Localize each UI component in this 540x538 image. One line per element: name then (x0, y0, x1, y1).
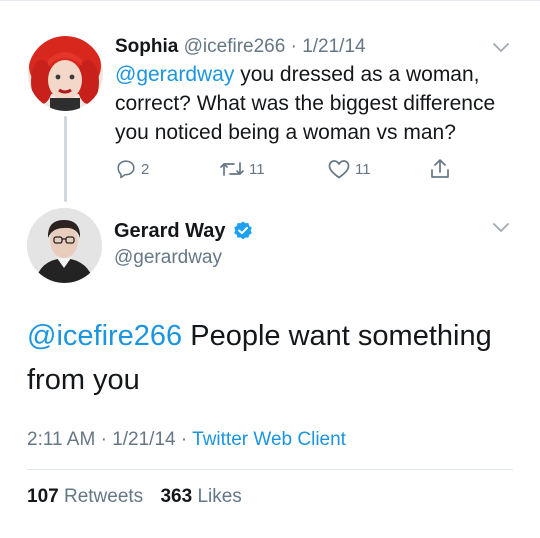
tweet-date[interactable]: 1/21/14 (302, 36, 365, 57)
reply-button[interactable]: 2 (115, 156, 149, 182)
reply-tweet-header: Sophia @icefire266 · 1/21/14 (115, 35, 366, 59)
main-tweet-text: @icefire266 People want something from y… (27, 314, 517, 402)
likes-stat[interactable]: 363 Likes (160, 486, 241, 507)
retweets-count: 107 (27, 486, 59, 507)
avatar-gerard-way[interactable] (27, 208, 102, 283)
chevron-down-icon[interactable] (492, 222, 510, 234)
tweet-metadata: 2:11 AM · 1/21/14 · Twitter Web Client (27, 428, 346, 452)
chevron-down-icon[interactable] (492, 42, 510, 54)
engagement-stats: 107 Retweets 363 Likes (27, 485, 242, 509)
like-count: 11 (355, 160, 371, 178)
tweet-time[interactable]: 2:11 AM (27, 429, 95, 450)
thread-connector (64, 116, 67, 202)
author-handle[interactable]: @gerardway (114, 246, 222, 270)
retweet-count: 11 (249, 160, 265, 178)
tweet-date[interactable]: 1/21/14 (112, 429, 175, 450)
retweet-icon (220, 162, 244, 176)
retweets-stat[interactable]: 107 Retweets (27, 486, 143, 507)
likes-count: 363 (160, 486, 193, 507)
author-name[interactable]: Sophia (115, 36, 178, 57)
like-icon (328, 160, 350, 179)
separator: · (100, 429, 107, 450)
separator: · (180, 429, 188, 450)
reply-tweet-text: @gerardway you dressed as a woman, corre… (115, 60, 525, 147)
avatar-sophia[interactable] (28, 36, 103, 111)
share-button[interactable] (429, 156, 451, 182)
share-icon (431, 159, 449, 178)
mention-link[interactable]: @icefire266 (27, 320, 182, 352)
reply-icon (117, 160, 135, 179)
separator: · (290, 36, 297, 57)
mention-link[interactable]: @gerardway (115, 63, 234, 86)
client-link[interactable]: Twitter Web Client (192, 429, 346, 450)
tweet-action-bar: 2 11 11 (115, 156, 495, 182)
verified-badge-icon (233, 221, 252, 240)
reply-count: 2 (141, 160, 150, 178)
top-divider (0, 0, 540, 1)
divider (27, 469, 513, 470)
retweet-button[interactable]: 11 (219, 156, 265, 182)
author-handle[interactable]: @icefire266 (184, 36, 286, 57)
likes-label: Likes (197, 486, 242, 507)
main-author: Gerard Way (114, 218, 254, 244)
like-button[interactable]: 11 (327, 156, 371, 182)
author-name[interactable]: Gerard Way (114, 218, 226, 244)
retweets-label: Retweets (63, 486, 144, 507)
